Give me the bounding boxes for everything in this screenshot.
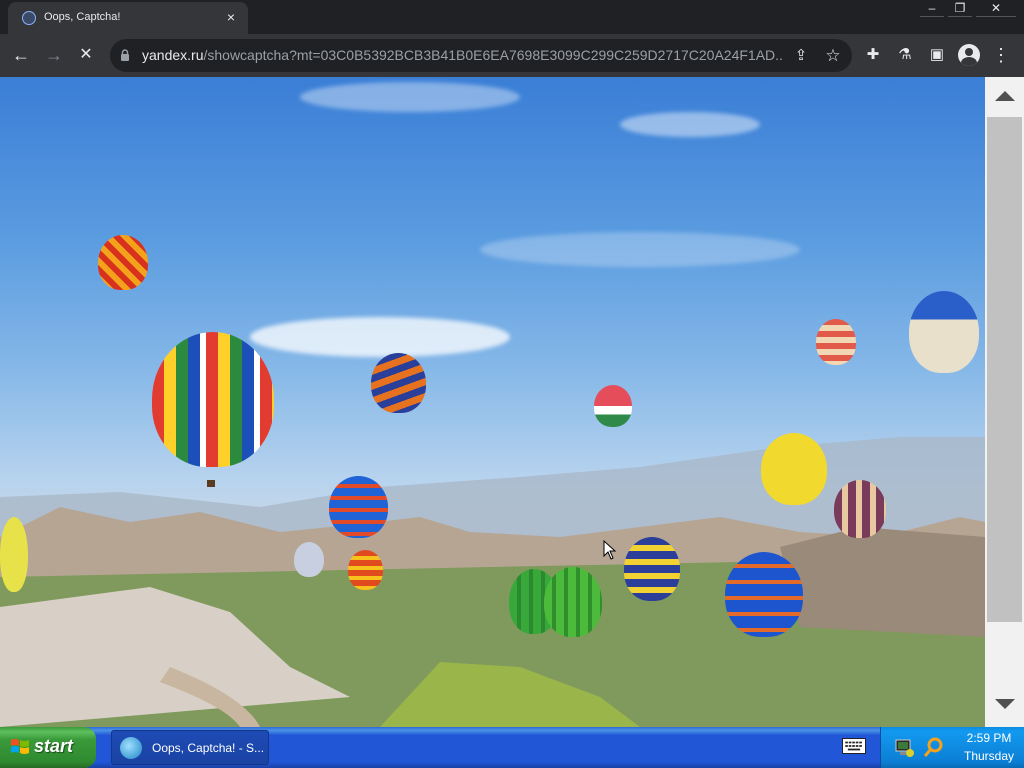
balloon — [371, 353, 426, 413]
taskbar: start Oops, Captcha! - S... 2:59 PM Thur… — [0, 727, 1024, 768]
close-window-button[interactable]: ✕ — [976, 0, 1016, 17]
site-favicon-icon — [22, 11, 36, 25]
profile-avatar-icon[interactable] — [958, 44, 980, 66]
balloon — [152, 332, 274, 467]
browser-tab[interactable]: Oops, Captcha! × — [8, 2, 248, 34]
browser-tabstrip: Oops, Captcha! × – ❐ ✕ — [0, 0, 1024, 34]
scroll-down-arrow-icon[interactable] — [995, 699, 1015, 709]
cloud — [480, 232, 800, 267]
taskbar-window-label: Oops, Captcha! - S... — [152, 741, 265, 755]
back-button[interactable]: ← — [10, 44, 32, 66]
side-panel-icon[interactable]: ▣ — [926, 44, 948, 66]
address-bar[interactable]: yandex.ru/showcaptcha?mt=03C0B5392BCB3B4… — [110, 39, 852, 72]
tab-close-icon[interactable]: × — [222, 8, 240, 26]
balloon-basket — [207, 480, 215, 487]
balloon — [725, 552, 803, 637]
cloud — [620, 112, 760, 137]
clock-time[interactable]: 2:59 PM — [959, 731, 1019, 745]
bookmark-star-icon[interactable]: ☆ — [822, 45, 844, 67]
cloud — [300, 82, 520, 112]
scroll-thumb[interactable] — [987, 117, 1022, 622]
balloon — [909, 291, 979, 373]
balloon — [329, 476, 388, 538]
window-controls: – ❐ ✕ — [920, 0, 1016, 18]
url-text[interactable]: yandex.ru/showcaptcha?mt=03C0B5392BCB3B4… — [142, 47, 782, 63]
lock-icon[interactable] — [120, 49, 130, 61]
windows-logo-icon — [11, 739, 29, 754]
balloon — [348, 550, 383, 590]
balloon — [98, 235, 148, 290]
balloon — [816, 319, 856, 365]
browser-menu-icon[interactable]: ⋮ — [990, 44, 1012, 66]
extensions-icon[interactable]: ✚ — [862, 44, 884, 66]
keyboard-icon[interactable] — [842, 738, 866, 754]
url-host: yandex.ru — [142, 47, 204, 63]
captcha-image[interactable] — [0, 77, 985, 727]
restore-button[interactable]: ❐ — [948, 0, 972, 17]
balloon — [624, 537, 680, 601]
start-button[interactable]: start — [0, 727, 96, 768]
balloon — [544, 567, 602, 637]
stop-loading-button[interactable]: ✕ — [75, 44, 97, 66]
mouse-cursor-icon — [603, 540, 617, 560]
cloud — [250, 317, 510, 357]
system-tray: 2:59 PM Thursday — [880, 727, 1024, 768]
balloon — [834, 480, 886, 538]
start-label: start — [34, 736, 74, 756]
browser-toolbar: ← → ✕ yandex.ru/showcaptcha?mt=03C0B5392… — [0, 34, 1024, 77]
network-computer-icon[interactable] — [893, 736, 915, 758]
balloon — [294, 542, 324, 577]
search-magnifier-icon[interactable] — [923, 736, 945, 758]
balloon — [0, 517, 28, 592]
taskbar-window-button[interactable]: Oops, Captcha! - S... — [111, 730, 269, 765]
tab-title: Oops, Captcha! — [44, 11, 121, 23]
browser-app-icon — [120, 737, 142, 759]
landscape — [0, 437, 985, 727]
forward-button[interactable]: → — [43, 44, 65, 66]
balloon — [594, 385, 632, 427]
url-path: /showcaptcha?mt=03C0B5392BCB3B41B0E6EA76… — [203, 47, 782, 63]
screen: Oops, Captcha! × – ❐ ✕ ← → ✕ yandex.ru/s… — [0, 0, 1024, 768]
scroll-up-arrow-icon[interactable] — [995, 91, 1015, 101]
balloon — [761, 433, 827, 505]
labs-flask-icon[interactable]: ⚗ — [894, 44, 916, 66]
minimize-button[interactable]: – — [920, 0, 944, 17]
page-scrollbar[interactable] — [985, 77, 1024, 727]
clock-day: Thursday — [963, 749, 1015, 763]
share-icon[interactable]: ⇪ — [790, 45, 812, 67]
